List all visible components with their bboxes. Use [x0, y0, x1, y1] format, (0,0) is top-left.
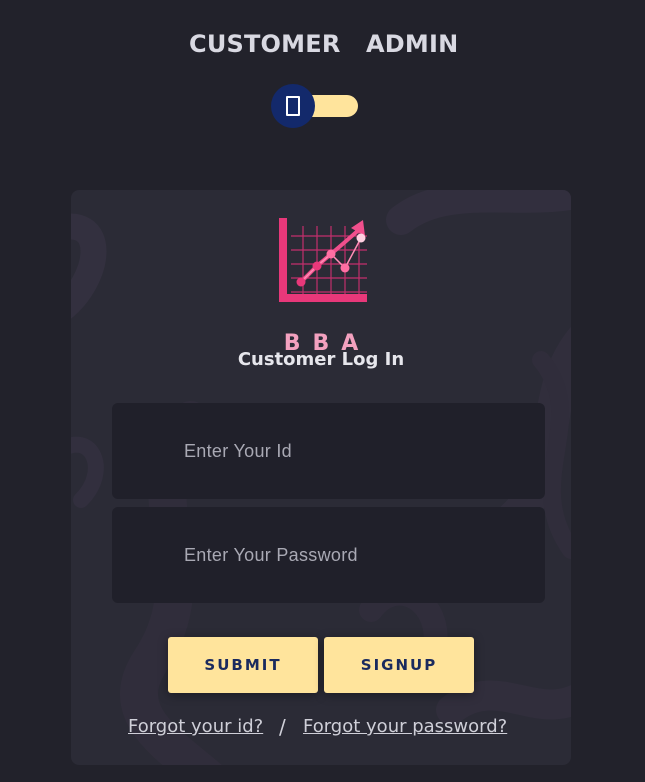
link-separator: /	[279, 715, 286, 739]
role-tabs: CUSTOMER ADMIN	[0, 28, 645, 60]
toggle-knob-icon	[286, 96, 300, 116]
growth-chart-icon	[279, 218, 367, 302]
login-page: CUSTOMER ADMIN BBA Customer Log In Enter…	[0, 0, 645, 782]
forgot-password-link[interactable]: Forgot your password?	[303, 714, 507, 740]
bba-logo: BBA	[271, 212, 371, 356]
password-field[interactable]	[112, 507, 545, 603]
signup-button[interactable]: SIGNUP	[324, 637, 474, 693]
submit-button[interactable]: SUBMIT	[168, 637, 318, 693]
password-input[interactable]	[184, 541, 514, 569]
recovery-links: Forgot your id? / Forgot your password?	[71, 714, 571, 740]
form-title: Customer Log In	[237, 349, 405, 370]
role-toggle-switch[interactable]	[271, 84, 359, 128]
forgot-id-link[interactable]: Forgot your id?	[128, 714, 263, 740]
toggle-knob	[271, 84, 315, 128]
login-card: BBA Customer Log In SUBMIT SIGNUP Forgot…	[71, 190, 571, 765]
tab-admin[interactable]: ADMIN	[366, 28, 458, 60]
id-field[interactable]	[112, 403, 545, 499]
id-input[interactable]	[184, 437, 514, 465]
tab-customer[interactable]: CUSTOMER	[189, 28, 341, 60]
